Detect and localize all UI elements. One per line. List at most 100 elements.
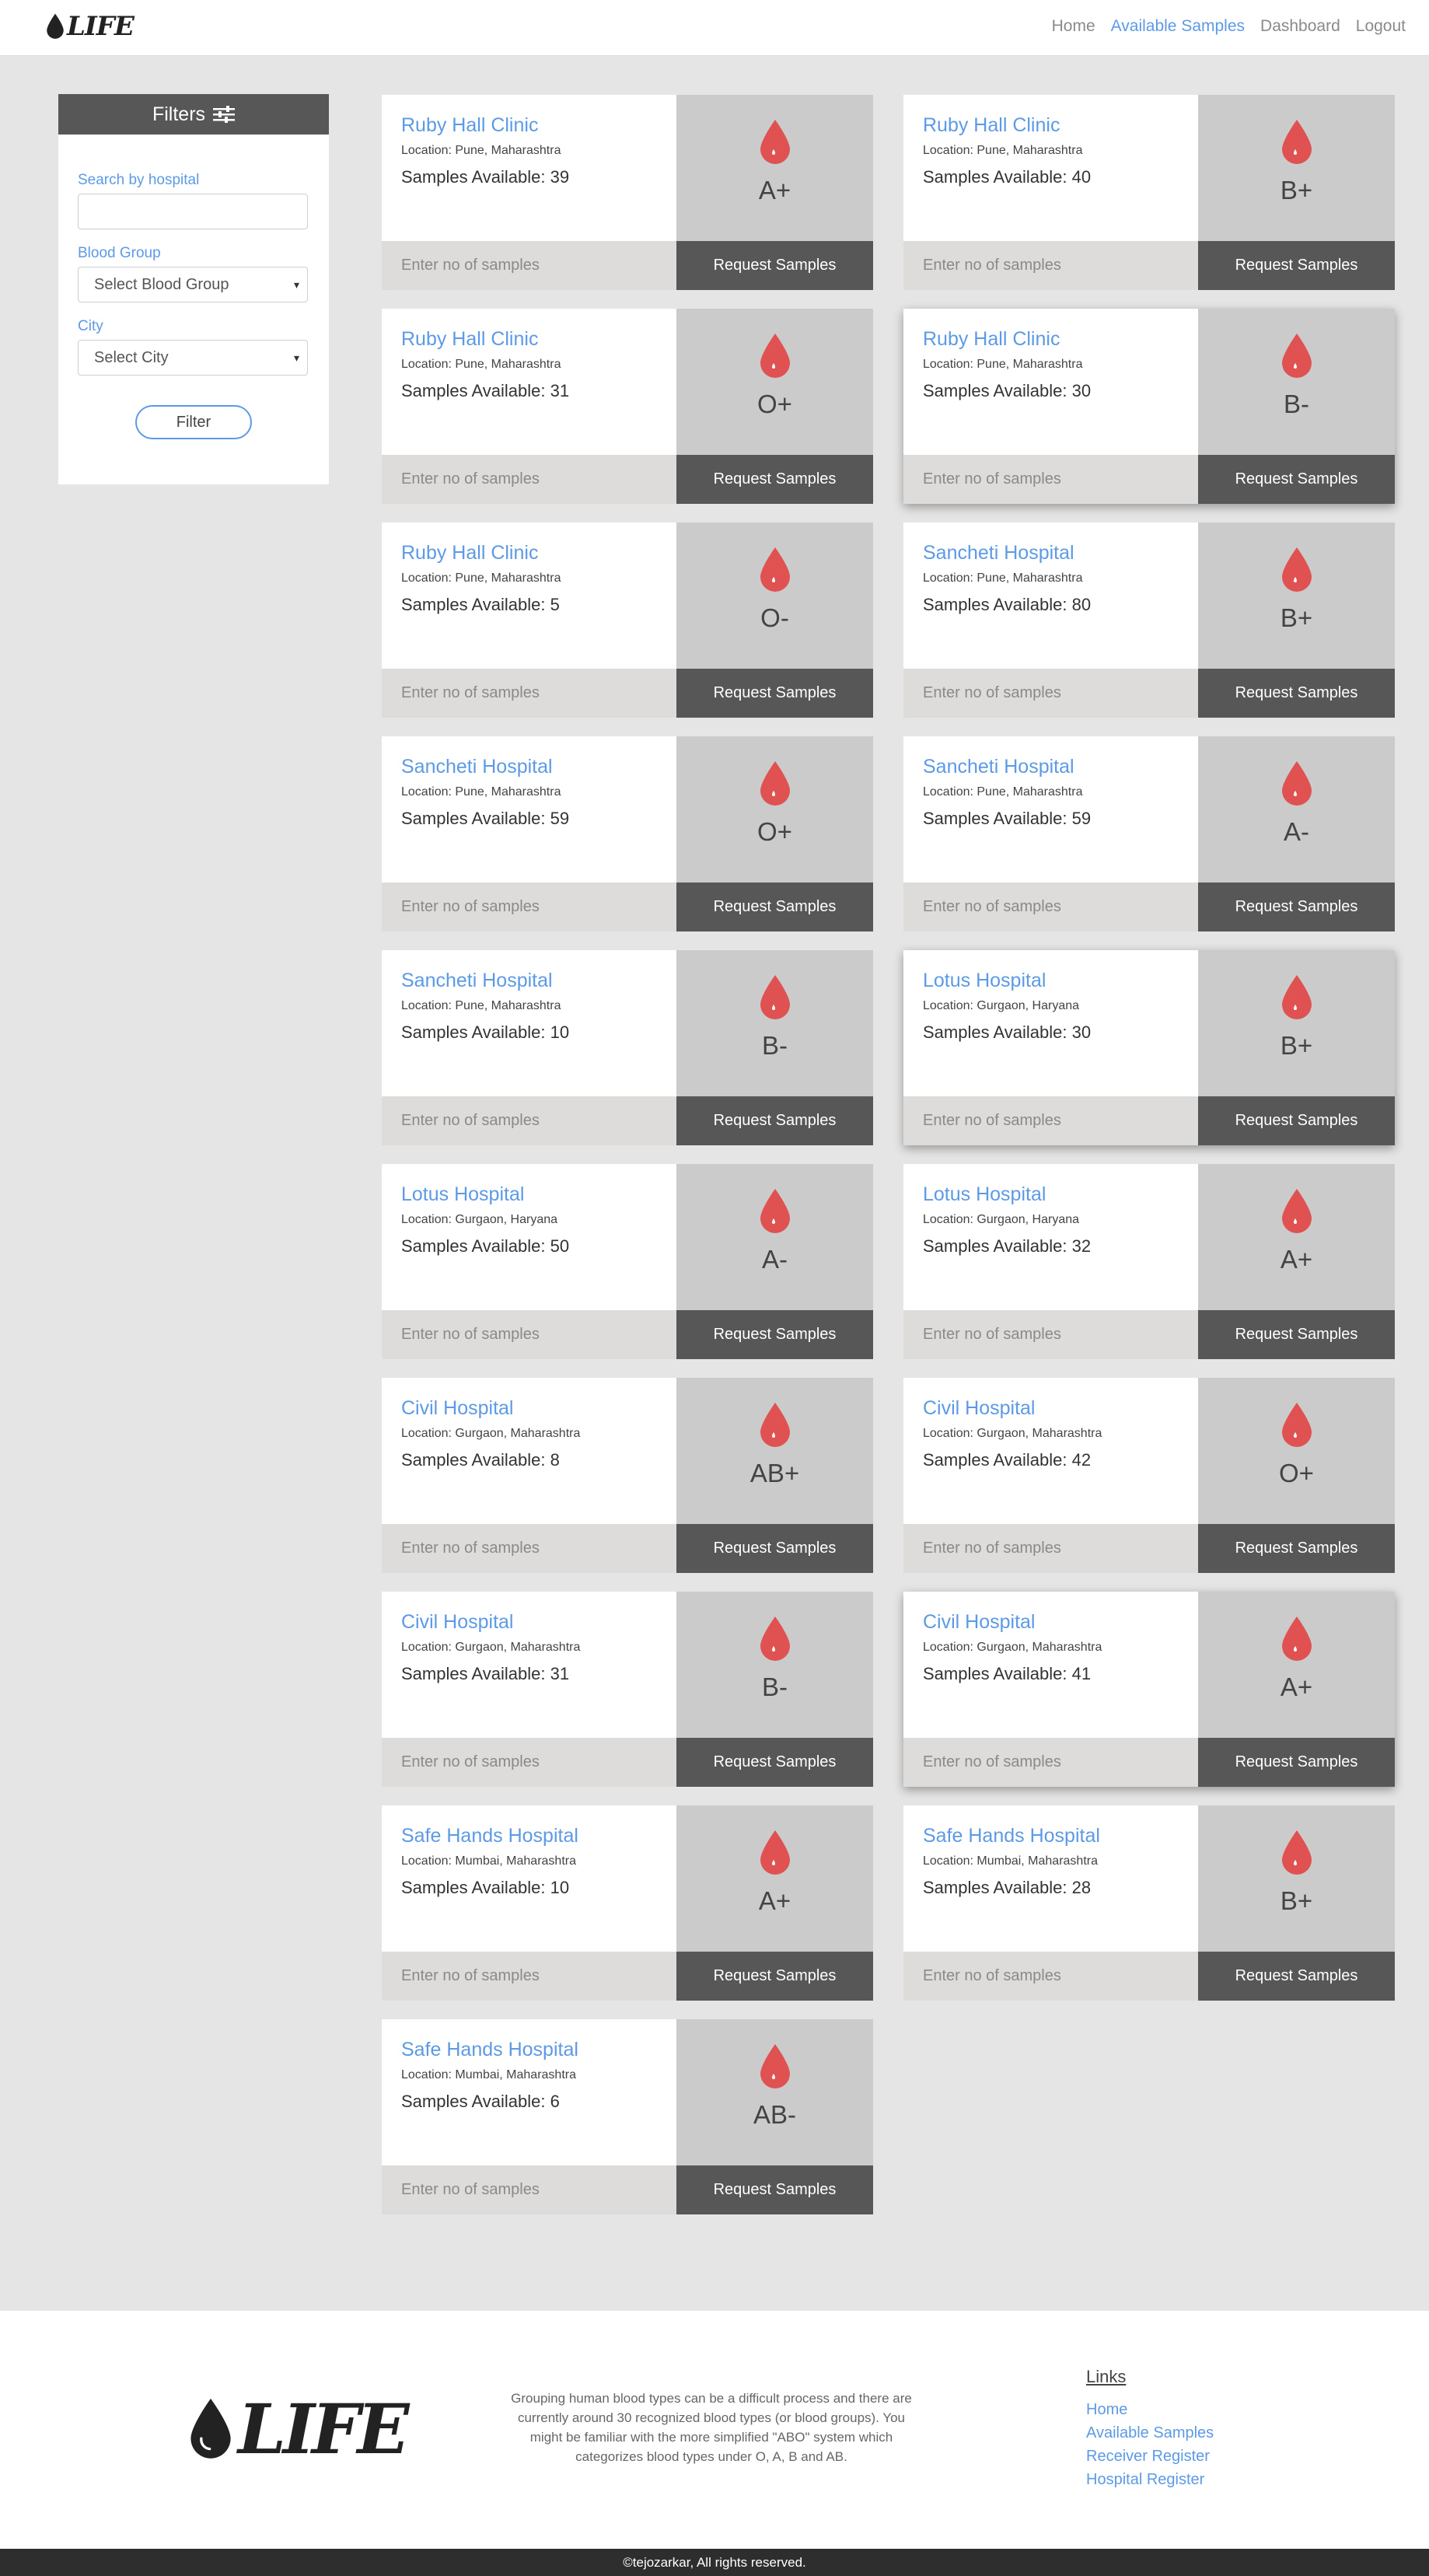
blood-group-panel: A+ xyxy=(676,95,873,241)
filter-button[interactable]: Filter xyxy=(135,405,252,439)
samples-available: Samples Available: 39 xyxy=(401,167,570,187)
blood-group-panel: B- xyxy=(1198,309,1395,455)
card-info: Sancheti Hospital Location: Pune, Maharas… xyxy=(382,950,676,1096)
samples-count-input[interactable]: Enter no of samples xyxy=(382,1738,676,1787)
sample-card: Safe Hands Hospital Location: Mumbai, Mah… xyxy=(903,1805,1395,2001)
blood-group-select[interactable]: Select Blood Group ▾ xyxy=(78,267,308,302)
blood-group-panel: AB+ xyxy=(676,1378,873,1524)
hospital-name[interactable]: Civil Hospital xyxy=(923,1396,1198,1420)
samples-count-input[interactable]: Enter no of samples xyxy=(903,455,1198,504)
hospital-name[interactable]: Safe Hands Hospital xyxy=(401,1824,676,1847)
hospital-name[interactable]: Ruby Hall Clinic xyxy=(401,327,676,351)
hospital-name[interactable]: Civil Hospital xyxy=(923,1610,1198,1634)
hospital-name[interactable]: Ruby Hall Clinic xyxy=(401,541,676,564)
request-samples-button[interactable]: Request Samples xyxy=(676,669,873,718)
samples-count-input[interactable]: Enter no of samples xyxy=(903,241,1198,290)
hospital-location: Location: Gurgaon, Haryana xyxy=(923,999,1080,1012)
samples-count-input[interactable]: Enter no of samples xyxy=(382,883,676,931)
card-info: Ruby Hall Clinic Location: Pune, Maharash… xyxy=(903,95,1198,241)
hospital-name[interactable]: Civil Hospital xyxy=(401,1610,676,1634)
hospital-name[interactable]: Safe Hands Hospital xyxy=(401,2038,676,2061)
sample-card: Sancheti Hospital Location: Pune, Maharas… xyxy=(382,950,873,1145)
hospital-name[interactable]: Sancheti Hospital xyxy=(401,969,676,992)
request-samples-button[interactable]: Request Samples xyxy=(676,1096,873,1145)
search-hospital-input[interactable] xyxy=(78,194,308,229)
hospital-location: Location: Pune, Maharashtra xyxy=(923,358,1083,371)
hospital-name[interactable]: Sancheti Hospital xyxy=(401,755,676,778)
samples-count-input[interactable]: Enter no of samples xyxy=(382,241,676,290)
footer-link-receiver-register[interactable]: Receiver Register xyxy=(1086,2445,1214,2468)
hospital-name[interactable]: Sancheti Hospital xyxy=(923,755,1198,778)
hospital-name[interactable]: Lotus Hospital xyxy=(923,1183,1198,1206)
request-samples-button[interactable]: Request Samples xyxy=(1198,1310,1395,1359)
samples-count-input[interactable]: Enter no of samples xyxy=(903,1738,1198,1787)
request-samples-button[interactable]: Request Samples xyxy=(1198,1738,1395,1787)
blood-group-label: A- xyxy=(1284,817,1309,846)
footer-link-available-samples[interactable]: Available Samples xyxy=(1086,2421,1214,2445)
hospital-location: Location: Mumbai, Maharashtra xyxy=(401,2068,576,2081)
samples-count-input[interactable]: Enter no of samples xyxy=(382,669,676,718)
samples-count-input[interactable]: Enter no of samples xyxy=(903,883,1198,931)
footer-link-hospital-register[interactable]: Hospital Register xyxy=(1086,2468,1214,2491)
samples-count-input[interactable]: Enter no of samples xyxy=(382,1096,676,1145)
request-samples-button[interactable]: Request Samples xyxy=(676,1524,873,1573)
hospital-name[interactable]: Civil Hospital xyxy=(401,1396,676,1420)
search-hospital-label: Search by hospital xyxy=(78,172,200,188)
blood-group-select-value: Select Blood Group xyxy=(94,276,229,293)
request-samples-button[interactable]: Request Samples xyxy=(676,455,873,504)
nav-links: Home Available Samples Dashboard Logout xyxy=(1052,17,1406,36)
sample-card: Ruby Hall Clinic Location: Pune, Maharash… xyxy=(382,95,873,290)
samples-count-input[interactable]: Enter no of samples xyxy=(903,1310,1198,1359)
hospital-name[interactable]: Lotus Hospital xyxy=(923,969,1198,992)
footer-description: Grouping human blood types can be a diff… xyxy=(511,2391,912,2464)
samples-available: Samples Available: 28 xyxy=(923,1878,1092,1897)
request-samples-button[interactable]: Request Samples xyxy=(676,1952,873,2001)
nav-logout[interactable]: Logout xyxy=(1356,17,1406,36)
nav-dashboard[interactable]: Dashboard xyxy=(1260,17,1340,36)
request-samples-button[interactable]: Request Samples xyxy=(676,241,873,290)
sample-card: Ruby Hall Clinic Location: Pune, Maharash… xyxy=(903,309,1395,504)
sample-card: Lotus Hospital Location: Gurgaon, Haryana… xyxy=(903,1164,1395,1359)
request-samples-button[interactable]: Request Samples xyxy=(676,2165,873,2214)
samples-count-input[interactable]: Enter no of samples xyxy=(382,1310,676,1359)
city-select[interactable]: Select City ▾ xyxy=(78,340,308,376)
samples-count-input[interactable]: Enter no of samples xyxy=(903,1524,1198,1573)
request-samples-button[interactable]: Request Samples xyxy=(1198,1952,1395,2001)
samples-count-input[interactable]: Enter no of samples xyxy=(382,455,676,504)
hospital-name[interactable]: Sancheti Hospital xyxy=(923,541,1198,564)
card-info: Ruby Hall Clinic Location: Pune, Maharash… xyxy=(382,95,676,241)
request-samples-button[interactable]: Request Samples xyxy=(1198,669,1395,718)
card-info: Lotus Hospital Location: Gurgaon, Haryana… xyxy=(382,1164,676,1310)
nav-home[interactable]: Home xyxy=(1052,17,1095,36)
samples-count-input[interactable]: Enter no of samples xyxy=(903,1952,1198,2001)
request-samples-button[interactable]: Request Samples xyxy=(676,1738,873,1787)
samples-count-input[interactable]: Enter no of samples xyxy=(382,1952,676,2001)
request-samples-button[interactable]: Request Samples xyxy=(676,1310,873,1359)
hospital-name[interactable]: Safe Hands Hospital xyxy=(923,1824,1198,1847)
samples-count-input[interactable]: Enter no of samples xyxy=(903,669,1198,718)
request-samples-button[interactable]: Request Samples xyxy=(1198,1524,1395,1573)
footer-link-home[interactable]: Home xyxy=(1086,2398,1214,2421)
blood-drop-icon xyxy=(760,2044,790,2088)
hospital-name[interactable]: Ruby Hall Clinic xyxy=(401,114,676,137)
request-samples-button[interactable]: Request Samples xyxy=(1198,241,1395,290)
blood-group-panel: A+ xyxy=(1198,1592,1395,1738)
blood-group-label: B- xyxy=(762,1031,788,1060)
blood-group-label: A+ xyxy=(758,176,791,204)
nav-available-samples[interactable]: Available Samples xyxy=(1111,17,1245,36)
hospital-name[interactable]: Lotus Hospital xyxy=(401,1183,676,1206)
hospital-name[interactable]: Ruby Hall Clinic xyxy=(923,327,1198,351)
request-samples-button[interactable]: Request Samples xyxy=(1198,883,1395,931)
brand-logo[interactable]: LIFE xyxy=(45,11,135,42)
request-samples-button[interactable]: Request Samples xyxy=(676,883,873,931)
blood-group-panel: B+ xyxy=(1198,950,1395,1096)
hospital-name[interactable]: Ruby Hall Clinic xyxy=(923,114,1198,137)
hospital-location: Location: Pune, Maharashtra xyxy=(401,785,561,799)
samples-count-input[interactable]: Enter no of samples xyxy=(382,1524,676,1573)
request-samples-button[interactable]: Request Samples xyxy=(1198,1096,1395,1145)
samples-count-input[interactable]: Enter no of samples xyxy=(903,1096,1198,1145)
samples-count-input[interactable]: Enter no of samples xyxy=(382,2165,676,2214)
blood-drop-icon xyxy=(1281,334,1312,378)
hospital-location: Location: Mumbai, Maharashtra xyxy=(401,1854,576,1868)
request-samples-button[interactable]: Request Samples xyxy=(1198,455,1395,504)
